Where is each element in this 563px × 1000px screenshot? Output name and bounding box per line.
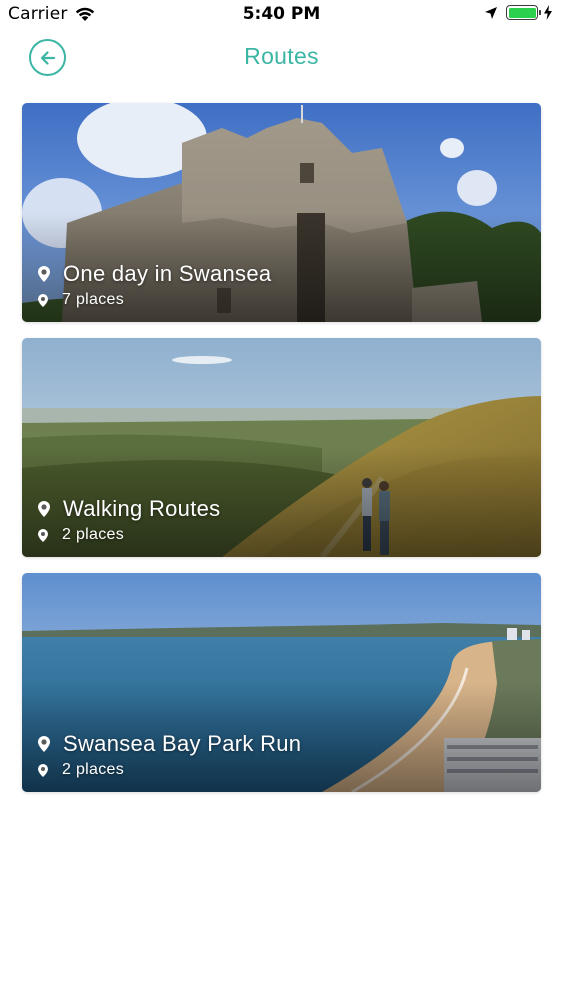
card-meta-row: 2 places [37,761,124,779]
battery-nub [539,10,541,15]
route-places-count: 7 places [62,291,124,308]
map-pin-icon [38,266,50,282]
routes-list: One day in Swansea 7 places Walking Rout… [22,103,541,808]
nav-bar: Routes [0,30,563,86]
card-title-row: Swansea Bay Park Run [37,731,301,757]
route-places-count: 2 places [62,761,124,778]
card-title-row: Walking Routes [37,496,220,522]
battery-level [508,7,536,18]
battery-icon [506,5,541,20]
map-pin-icon [38,763,48,777]
card-meta-row: 2 places [37,526,124,544]
card-title-row: One day in Swansea [37,261,271,287]
route-card-one-day-in-swansea[interactable]: One day in Swansea 7 places [22,103,541,322]
page-title: Routes [244,43,319,69]
map-pin-icon [38,501,50,517]
route-card-swansea-bay-park-run[interactable]: Swansea Bay Park Run 2 places [22,573,541,792]
map-pin-icon [38,528,48,542]
route-title: One day in Swansea [63,261,272,286]
status-time: 5:40 PM [242,4,321,24]
route-title: Walking Routes [63,496,221,521]
card-meta-row: 7 places [37,291,124,309]
map-pin-icon [38,293,48,307]
route-places-count: 2 places [62,526,124,543]
route-title: Swansea Bay Park Run [63,731,302,756]
status-right [484,5,553,20]
route-card-walking-routes[interactable]: Walking Routes 2 places [22,338,541,557]
status-bar: Carrier 5:40 PM [0,0,563,30]
charging-bolt-icon [544,5,552,20]
location-arrow-icon [485,6,497,19]
map-pin-icon [38,736,50,752]
